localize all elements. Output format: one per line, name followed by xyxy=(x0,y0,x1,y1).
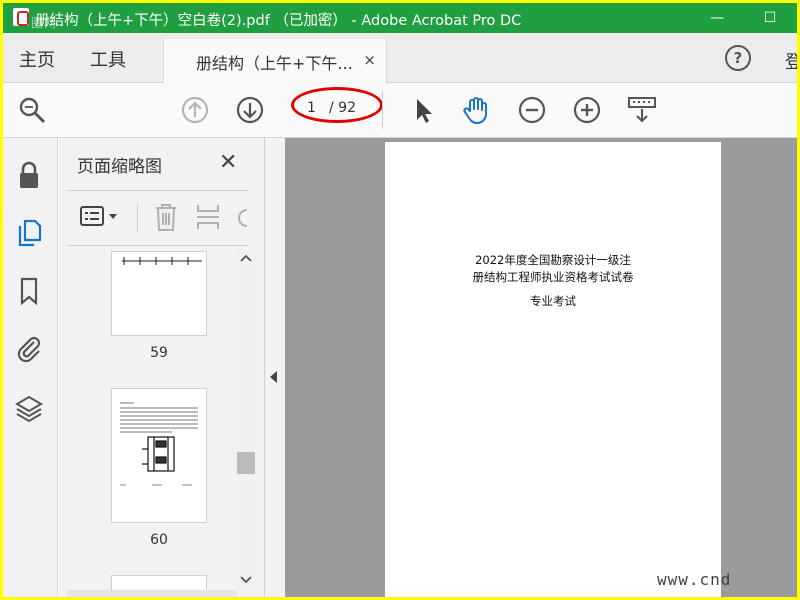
left-rail xyxy=(3,138,58,597)
panel-collapse-strip[interactable] xyxy=(265,138,285,597)
tools-tab[interactable]: 工具 xyxy=(90,46,126,72)
page-up-icon[interactable] xyxy=(180,95,210,125)
maximize-button[interactable]: ☐ xyxy=(748,3,792,33)
zoom-out-icon[interactable] xyxy=(517,95,547,125)
scroll-up-icon[interactable] xyxy=(240,254,252,262)
panel-tool-divider xyxy=(137,204,138,232)
exam-subtitle: 专业考试 xyxy=(530,294,576,308)
home-tab[interactable]: 主页 xyxy=(19,46,55,72)
keyboard-icon[interactable] xyxy=(627,95,657,125)
thumbnails-panel: 页面缩略图 ✕ 59 60 xyxy=(59,138,265,597)
zoom-in-icon[interactable] xyxy=(572,95,602,125)
delete-icon[interactable] xyxy=(153,202,179,232)
thumbnail-options-icon[interactable] xyxy=(79,204,123,230)
document-tab[interactable]: 册结构（上午+下午... × xyxy=(163,39,387,84)
document-tab-label: 册结构（上午+下午... xyxy=(196,54,353,73)
page-down-icon[interactable] xyxy=(235,95,265,125)
toolbar-divider xyxy=(382,91,383,129)
rotate-icon[interactable] xyxy=(233,202,249,232)
title-bar: 圈网 册结构（上午+下午）空白卷(2).pdf （已加密） - Adobe Ac… xyxy=(3,3,797,33)
acrobat-icon xyxy=(13,8,29,26)
panel-close-icon[interactable]: ✕ xyxy=(219,150,237,175)
thumbnail-page[interactable] xyxy=(111,251,207,336)
attachment-icon[interactable] xyxy=(14,333,44,363)
layers-icon[interactable] xyxy=(14,393,44,423)
exam-title-line2: 册结构工程师执业资格考试试卷 xyxy=(472,270,634,284)
insert-page-icon[interactable] xyxy=(195,202,221,232)
exam-title-line1: 2022年度全国勘察设计一级注 xyxy=(475,253,631,267)
minimize-button[interactable]: — xyxy=(695,3,739,33)
thumbnail-content xyxy=(120,402,198,486)
lock-icon[interactable] xyxy=(14,160,44,190)
pages-icon[interactable] xyxy=(14,218,44,248)
app-window: 圈网 册结构（上午+下午）空白卷(2).pdf （已加密） - Adobe Ac… xyxy=(3,3,797,597)
search-zoom-icon[interactable] xyxy=(17,95,47,125)
annotation-ellipse xyxy=(291,87,383,123)
pdf-page: 2022年度全国勘察设计一级注 册结构工程师执业资格考试试卷 专业考试 xyxy=(385,142,721,597)
document-view[interactable]: 2022年度全国勘察设计一级注 册结构工程师执业资格考试试卷 专业考试 www.… xyxy=(265,138,797,597)
thumbnail-page-number: 59 xyxy=(150,345,168,361)
select-arrow-icon[interactable] xyxy=(408,95,438,125)
thumbnails-scrollbar[interactable] xyxy=(237,250,255,590)
help-icon[interactable]: ? xyxy=(725,45,751,71)
menu-bar: 主页 工具 册结构（上午+下午... × ? 登 xyxy=(3,33,797,84)
sign-in-button[interactable]: 登 xyxy=(785,48,797,74)
horizontal-scrollbar[interactable] xyxy=(67,590,237,597)
scroll-down-icon[interactable] xyxy=(240,576,252,584)
hand-tool-icon[interactable] xyxy=(461,95,491,125)
thumbnail-content xyxy=(122,257,202,265)
scrollbar-thumb[interactable] xyxy=(237,452,255,474)
site-watermark: www.cnd xyxy=(657,570,732,589)
panel-title: 页面缩略图 xyxy=(77,157,162,177)
toolbar: 1 / 92 xyxy=(3,83,797,138)
panel-divider xyxy=(67,190,249,191)
thumbnail-page-number: 60 xyxy=(150,532,168,548)
panel-toolbar-divider xyxy=(67,245,249,246)
close-tab-icon[interactable]: × xyxy=(363,51,376,69)
window-title: 册结构（上午+下午）空白卷(2).pdf （已加密） - Adobe Acrob… xyxy=(35,13,522,29)
bookmark-icon[interactable] xyxy=(14,276,44,306)
thumbnail-page[interactable] xyxy=(111,388,207,523)
collapse-arrow-icon[interactable] xyxy=(270,371,277,383)
